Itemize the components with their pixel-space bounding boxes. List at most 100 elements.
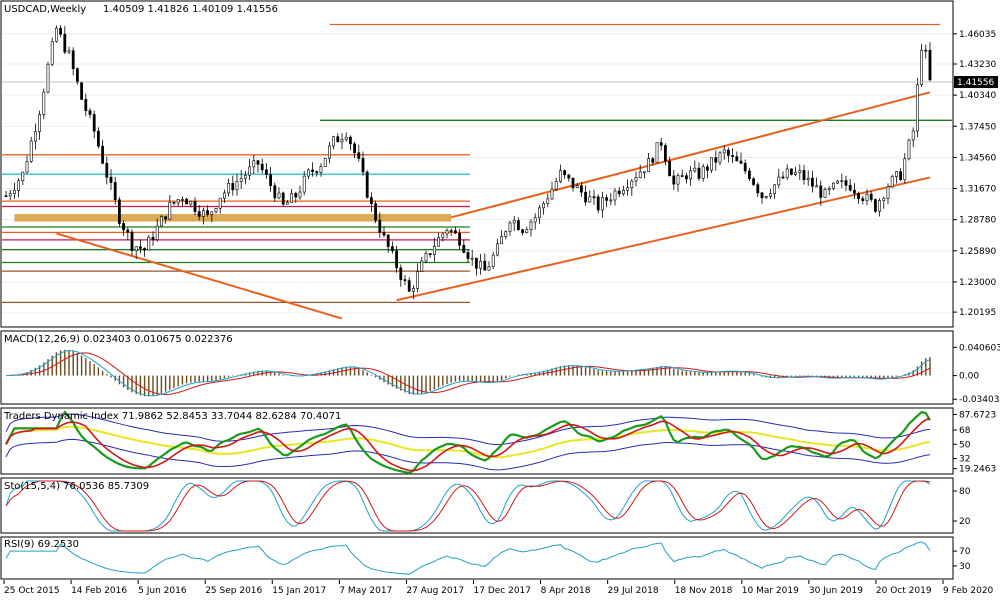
candle-body [731, 155, 735, 157]
indicator-axes: 0.040603 0.00 -0.034038 87.6723 68 50 3219.246… [953, 343, 1000, 572]
candle-body [256, 160, 260, 165]
candle-body [836, 180, 840, 184]
resistance-zone [14, 214, 452, 222]
candle-body [773, 184, 777, 195]
candle-body [378, 219, 382, 233]
candle-body [705, 166, 709, 171]
candle-body [651, 158, 655, 163]
candle-body [33, 131, 37, 142]
tdi-tick-label: 68 [959, 426, 971, 436]
candle-body [840, 180, 844, 182]
candle-body [886, 186, 890, 199]
candle-body [185, 198, 189, 205]
candle-body [861, 198, 865, 201]
candle-body [542, 203, 546, 209]
price-tick-label: 1.25890 [959, 247, 996, 257]
date-tick-label: 30 Jun 2019 [809, 586, 863, 596]
candle-body [483, 260, 487, 271]
candle-body [453, 230, 457, 234]
rsi-tick-label: 30 [959, 562, 971, 572]
candle-body [109, 176, 113, 183]
candle-body [684, 175, 688, 180]
candle-body [794, 172, 798, 175]
candle-body [470, 257, 474, 260]
candle-body [382, 232, 386, 236]
candle-body [563, 170, 567, 176]
candle-body [869, 193, 873, 200]
candle-body [244, 174, 247, 179]
candle-body [558, 170, 562, 182]
price-tick-label: 1.28780 [959, 216, 996, 226]
candle-body [168, 201, 172, 220]
tdi-tick-label: 19.2463 [959, 465, 996, 475]
candle-body [521, 229, 525, 233]
date-tick-label: 25 Oct 2015 [4, 586, 60, 596]
candle-body [361, 158, 365, 173]
candle-body [714, 157, 718, 163]
candle-body [810, 177, 814, 187]
price-tick-label: 1.31670 [959, 185, 996, 195]
candle-body [285, 202, 289, 205]
candle-body [768, 193, 772, 197]
candle-body [319, 166, 323, 173]
candle-body [710, 157, 714, 171]
candle-body [878, 200, 882, 212]
candle-body [210, 211, 214, 215]
candle-body [802, 170, 806, 180]
candle-body [726, 149, 730, 156]
candle-body [134, 246, 138, 251]
tdi-label: Traders Dynamic Index 71.9862 52.8453 33… [3, 411, 341, 422]
price-tick-label: 1.23000 [959, 278, 996, 288]
candle-body [4, 195, 8, 198]
chart-header-ohlc: 1.40509 1.41826 1.40109 1.41556 [103, 4, 278, 15]
candle-body [59, 27, 63, 35]
tdi-tick-label: 32 [959, 455, 970, 465]
candle-body [655, 142, 659, 163]
tdi-tick-label: 87.6723 [959, 410, 996, 420]
candle-body [579, 185, 583, 193]
candle-body [743, 162, 747, 172]
date-tick-label: 20 Oct 2019 [876, 586, 932, 596]
candle-body [92, 114, 96, 132]
candle-body [575, 185, 579, 189]
candle-body [747, 170, 751, 180]
candle-body [605, 197, 609, 201]
date-tick-label: 29 Jul 2018 [608, 586, 659, 596]
candle-body [25, 161, 29, 173]
candle-body [424, 253, 428, 262]
candle-body [600, 197, 604, 211]
candle-body [920, 49, 924, 85]
date-tick-label: 5 Jun 2016 [138, 586, 187, 596]
macd-tick-label: 0.00 [959, 372, 979, 382]
macd-tick-label: -0.034038 [959, 395, 1000, 405]
candle-body [882, 198, 886, 201]
candle-body [680, 175, 684, 177]
candle-body [214, 208, 218, 213]
candle-body [42, 91, 46, 115]
tdi-tick-label: 50 [959, 440, 971, 450]
candle-body [155, 225, 159, 241]
candle-body [642, 171, 646, 174]
candle-body [143, 248, 147, 251]
candle-body [508, 222, 512, 232]
candle-body [386, 234, 390, 247]
candle-body [689, 170, 693, 180]
candle-body [894, 171, 898, 177]
candle-body [17, 180, 21, 191]
candle-body [823, 189, 827, 198]
candle-body [365, 171, 369, 198]
macd-label: MACD(12,26,9) 0.023403 0.010675 0.022376 [4, 334, 233, 345]
candle-body [647, 158, 651, 173]
candle-body [537, 207, 541, 219]
candle-body [223, 192, 226, 199]
candle-body [164, 216, 168, 220]
candle-body [8, 193, 12, 197]
candle-body [676, 175, 680, 185]
price-tick-label: 1.37450 [959, 122, 996, 132]
candle-body [231, 183, 235, 191]
price-pane [0, 0, 954, 328]
candle-body [63, 33, 67, 53]
candle-body [907, 139, 911, 160]
candle-body [924, 49, 928, 52]
candle-body [248, 166, 252, 176]
